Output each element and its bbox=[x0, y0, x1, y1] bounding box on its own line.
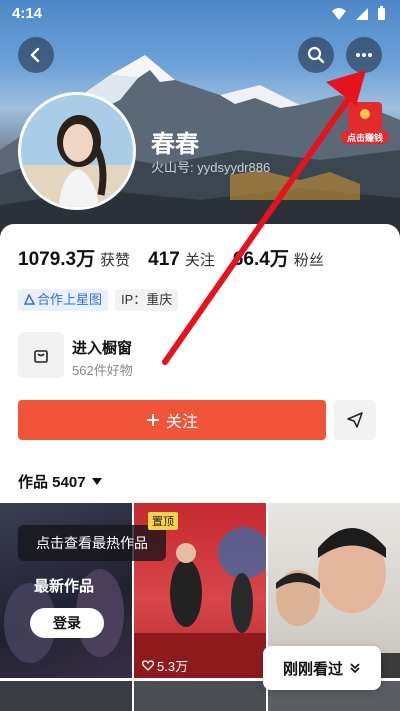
works-tab[interactable]: 作品 5407 bbox=[18, 471, 102, 492]
stat-following[interactable]: 417 关注 bbox=[148, 249, 215, 271]
more-button[interactable] bbox=[346, 37, 382, 73]
stat-likes[interactable]: 1079.3万 获赞 bbox=[18, 244, 130, 271]
shop-subtitle: 562件好物 bbox=[72, 363, 133, 378]
battery-icon bbox=[378, 6, 385, 20]
coop-tag[interactable]: 合作上星图 bbox=[18, 289, 109, 311]
double-chevron-down-icon bbox=[350, 663, 360, 674]
more-dots-icon bbox=[356, 53, 372, 57]
status-icons bbox=[331, 6, 386, 21]
shop-title[interactable]: 进入橱窗 bbox=[72, 337, 132, 358]
work-thumbnail[interactable] bbox=[0, 681, 132, 711]
heart-icon bbox=[142, 660, 154, 671]
like-count: 5.3万 bbox=[142, 656, 188, 675]
back-button[interactable] bbox=[18, 37, 54, 73]
wifi-icon bbox=[332, 7, 346, 20]
latest-works-label: 最新作品 bbox=[34, 578, 95, 595]
stat-followers[interactable]: 66.4万 粉丝 bbox=[233, 244, 324, 271]
search-icon bbox=[307, 46, 325, 64]
avatar-image bbox=[21, 95, 133, 207]
profile-name: 春春 bbox=[151, 131, 199, 158]
recently-viewed-label: 刚刚看过 bbox=[282, 660, 343, 678]
follow-button[interactable]: 关注 bbox=[18, 400, 326, 440]
login-button[interactable]: 登录 bbox=[30, 608, 104, 638]
status-time: 4:14 bbox=[12, 5, 43, 22]
plus-icon bbox=[146, 414, 159, 426]
work-thumbnail[interactable] bbox=[134, 681, 266, 711]
caret-down-icon bbox=[91, 478, 102, 485]
hot-works-hint[interactable]: 点击查看最热作品 bbox=[18, 525, 166, 561]
red-envelope-label: 点击赚钱 bbox=[346, 133, 383, 143]
star-map-icon bbox=[23, 293, 36, 305]
pinned-badge: 置顶 bbox=[148, 512, 178, 530]
send-icon bbox=[347, 412, 363, 428]
red-envelope-button[interactable]: 点击赚钱 bbox=[340, 100, 390, 146]
recently-viewed-button[interactable]: 刚刚看过 bbox=[263, 646, 381, 690]
profile-handle[interactable]: 火山号: yydsyydr886 bbox=[151, 157, 270, 176]
profile-stats: 1079.3万 获赞 417 关注 66.4万 粉丝 bbox=[18, 244, 342, 271]
search-button[interactable] bbox=[298, 37, 334, 73]
status-bar: 4:14 bbox=[0, 0, 400, 28]
share-button[interactable] bbox=[334, 400, 376, 440]
chevron-left-icon bbox=[30, 47, 40, 63]
avatar[interactable] bbox=[18, 92, 136, 210]
follow-label: 关注 bbox=[165, 414, 198, 431]
ip-tag: IP：重庆 bbox=[115, 289, 179, 311]
works-label: 作品 5407 bbox=[18, 474, 86, 491]
profile-cover: 4:14 春春 火山号: yydsyydr886 点击赚钱 bbox=[0, 0, 400, 240]
signal-icon bbox=[356, 7, 368, 20]
shop-window-button[interactable] bbox=[18, 332, 64, 378]
shopping-bag-icon bbox=[34, 350, 48, 363]
